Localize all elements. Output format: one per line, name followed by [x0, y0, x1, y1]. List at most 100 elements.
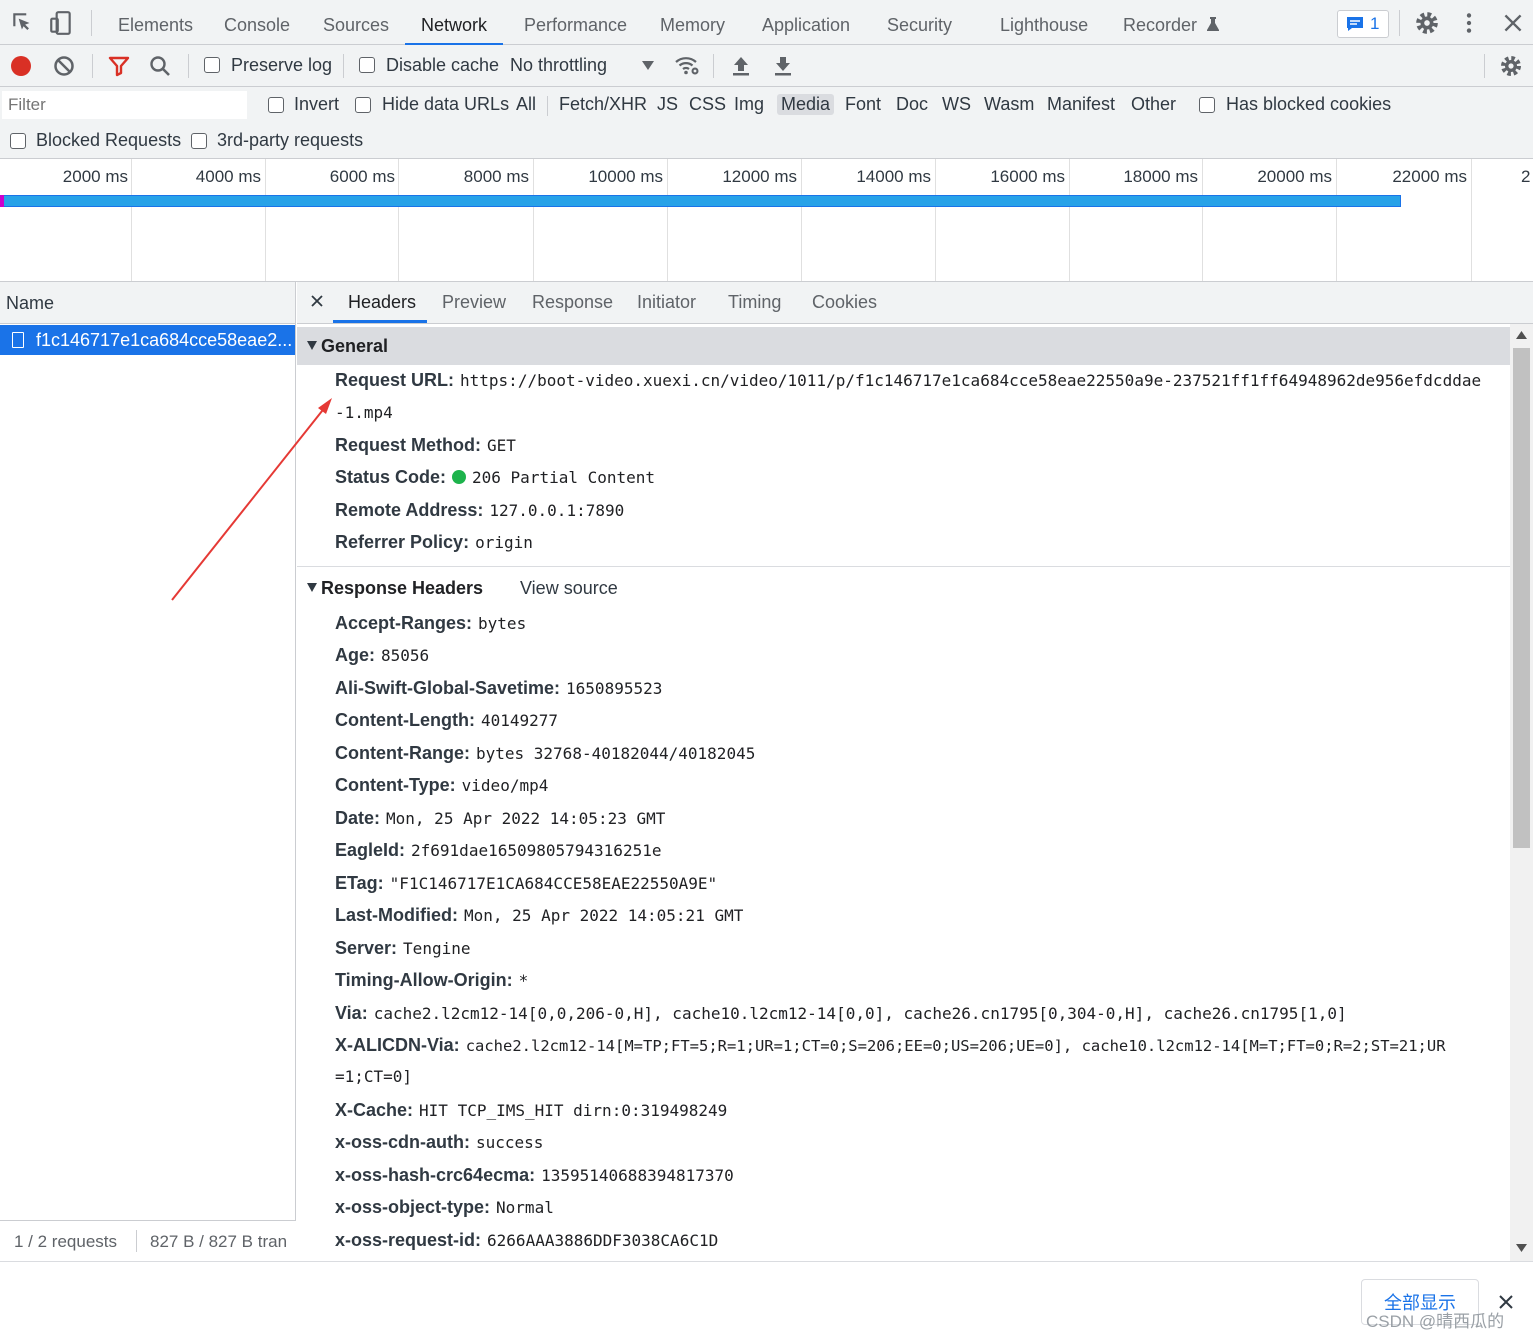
header-value: video/mp4	[461, 776, 549, 795]
header-row: Referrer Policy: origin	[335, 532, 533, 553]
header-value: Mon, 25 Apr 2022 14:05:21 GMT	[464, 906, 744, 925]
filter-type-fetch-xhr[interactable]: Fetch/XHR	[559, 94, 647, 115]
tab-timing[interactable]: Timing	[728, 292, 781, 313]
filter-type-img[interactable]: Img	[734, 94, 764, 115]
request-name: f1c146717e1ca684cce58eae2...	[36, 330, 293, 350]
timeline-overview[interactable]: 2000 ms 4000 ms 6000 ms 8000 ms 10000 ms…	[0, 159, 1533, 282]
headers-scrollbar[interactable]	[1510, 324, 1533, 1261]
grid-line	[667, 159, 668, 281]
header-value: 206 Partial Content	[472, 468, 656, 487]
grid-line	[801, 159, 802, 281]
third-party-checkbox[interactable]	[191, 133, 207, 149]
device-toolbar-icon[interactable]	[48, 10, 74, 36]
header-value: Tengine	[403, 939, 471, 958]
divider	[92, 54, 93, 78]
import-har-upload-icon[interactable]	[730, 54, 752, 78]
header-key: X-Cache:	[335, 1100, 414, 1120]
filter-input[interactable]	[2, 91, 247, 119]
tab-performance[interactable]: Performance	[524, 0, 627, 45]
blocked-requests-checkbox[interactable]	[10, 133, 26, 149]
tab-recorder-label: Recorder	[1123, 15, 1198, 35]
has-blocked-cookies-checkbox[interactable]	[1199, 97, 1215, 113]
response-headers-section-header[interactable]: Response Headers View source	[297, 569, 1510, 607]
tab-elements[interactable]: Elements	[118, 0, 193, 45]
header-row: Status Code: 206 Partial Content	[335, 467, 655, 488]
download-bar: 全部显示	[0, 1261, 1533, 1337]
request-row[interactable]: f1c146717e1ca684cce58eae2...	[0, 325, 295, 355]
tab-lighthouse[interactable]: Lighthouse	[1000, 0, 1088, 45]
tab-security[interactable]: Security	[887, 0, 952, 45]
time-tick: 16000 ms	[990, 167, 1065, 186]
scrollbar-thumb[interactable]	[1513, 348, 1530, 848]
tab-initiator[interactable]: Initiator	[637, 292, 696, 313]
inspect-element-icon[interactable]	[10, 10, 36, 36]
request-count: 1 / 2 requests	[14, 1232, 118, 1251]
scroll-up-arrow-icon[interactable]	[1516, 331, 1527, 339]
close-detail-icon[interactable]	[310, 294, 324, 308]
settings-gear-icon[interactable]	[1414, 10, 1440, 36]
issues-badge[interactable]: 1	[1337, 10, 1389, 38]
preserve-log-checkbox[interactable]	[204, 57, 220, 73]
record-icon[interactable]	[9, 54, 33, 78]
tab-recorder[interactable]: Recorder	[1123, 0, 1220, 45]
close-devtools-icon[interactable]	[1500, 10, 1526, 36]
watermark: CSDN @晴西瓜的	[1366, 1312, 1505, 1331]
view-source-link[interactable]: View source	[520, 578, 618, 599]
time-tick: 2	[1521, 167, 1531, 186]
throttling-select[interactable]: No throttling	[510, 55, 660, 79]
scroll-down-arrow-icon[interactable]	[1516, 1244, 1527, 1252]
filter-type-js[interactable]: JS	[657, 94, 678, 115]
disable-cache-checkbox[interactable]	[359, 57, 375, 73]
name-column-header[interactable]: Name	[0, 282, 295, 324]
divider	[547, 96, 548, 116]
header-key: x-oss-request-id:	[335, 1230, 482, 1250]
tab-application[interactable]: Application	[762, 0, 850, 45]
tab-preview[interactable]: Preview	[442, 292, 506, 313]
search-icon[interactable]	[148, 54, 172, 78]
header-row: =1;CT=0]	[335, 1067, 412, 1087]
clear-icon[interactable]	[52, 54, 76, 78]
filter-type-other[interactable]: Other	[1131, 94, 1176, 115]
general-section-header[interactable]: General	[297, 327, 1510, 365]
header-key: Via:	[335, 1003, 368, 1023]
header-key: x-oss-object-type:	[335, 1197, 491, 1217]
header-value: cache2.l2cm12-14[M=TP;FT=5;R=1;UR=1;CT=0…	[465, 1037, 1446, 1055]
header-value: https://boot-video.xuexi.cn/video/1011/p…	[460, 371, 1482, 390]
tab-memory[interactable]: Memory	[660, 0, 725, 45]
invert-checkbox[interactable]	[268, 97, 284, 113]
header-value: "F1C146717E1CA684CCE58EAE22550A9E"	[389, 874, 718, 893]
tab-console[interactable]: Console	[224, 0, 290, 45]
network-conditions-wifi-icon[interactable]	[674, 53, 700, 77]
tab-headers[interactable]: Headers	[348, 292, 416, 313]
filter-type-ws[interactable]: WS	[942, 94, 971, 115]
hide-data-urls-checkbox[interactable]	[355, 97, 371, 113]
header-key: Accept-Ranges:	[335, 613, 473, 633]
header-value-continued: =1;CT=0]	[335, 1067, 413, 1086]
filter-type-manifest[interactable]: Manifest	[1047, 94, 1115, 115]
header-key: Last-Modified:	[335, 905, 458, 925]
more-options-icon[interactable]	[1456, 10, 1482, 36]
third-party-label: 3rd-party requests	[217, 130, 364, 150]
tab-cookies[interactable]: Cookies	[812, 292, 877, 313]
filter-funnel-icon[interactable]	[107, 54, 131, 78]
divider	[343, 54, 344, 78]
header-key: Age:	[335, 645, 375, 665]
general-title: General	[321, 336, 389, 356]
tab-network[interactable]: Network	[405, 0, 504, 45]
tab-response[interactable]: Response	[532, 292, 613, 313]
filter-type-wasm[interactable]: Wasm	[984, 94, 1034, 115]
network-settings-gear-icon[interactable]	[1499, 54, 1523, 78]
filter-type-font[interactable]: Font	[845, 94, 881, 115]
filter-type-css[interactable]: CSS	[689, 94, 726, 115]
filter-type-doc[interactable]: Doc	[896, 94, 928, 115]
filter-type-all[interactable]: All	[516, 94, 536, 115]
header-row: Last-Modified: Mon, 25 Apr 2022 14:05:21 …	[335, 905, 743, 926]
header-row: Date: Mon, 25 Apr 2022 14:05:23 GMT	[335, 808, 665, 829]
filter-type-media[interactable]: Media	[777, 94, 835, 115]
annotation-arrow-icon	[171, 398, 332, 601]
filter-bar-secondary: Blocked Requests 3rd-party requests	[0, 123, 1533, 159]
tab-sources[interactable]: Sources	[323, 0, 389, 45]
header-row: Content-Range: bytes 32768-40182044/40182…	[335, 743, 755, 764]
export-har-download-icon[interactable]	[772, 54, 794, 78]
header-row: ETag: "F1C146717E1CA684CCE58EAE22550A9E"	[335, 873, 717, 894]
